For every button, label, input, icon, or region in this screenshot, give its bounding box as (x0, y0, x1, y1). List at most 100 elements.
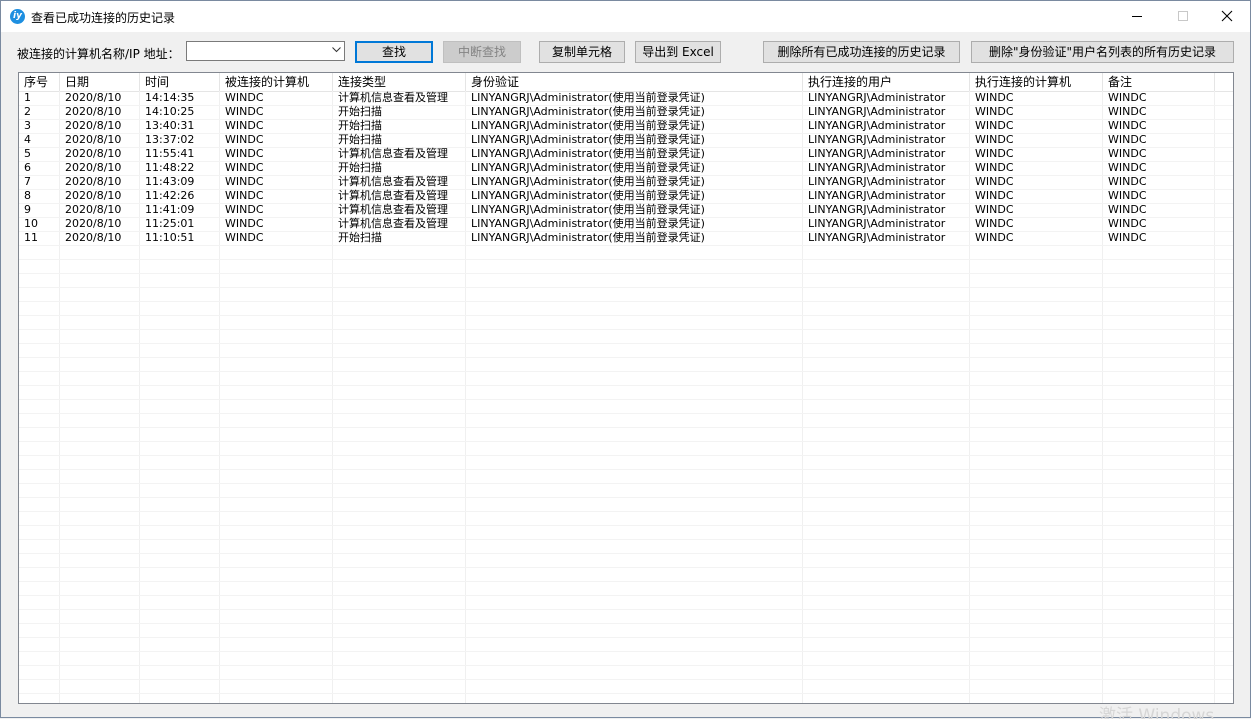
cell-time[interactable]: 14:14:35 (140, 91, 219, 105)
cell-auth[interactable]: LINYANGRJ\Administrator(使用当前登录凭证) (466, 175, 802, 189)
cell-connection-type[interactable]: 计算机信息查看及管理 (333, 189, 465, 203)
cell-seq[interactable]: 2 (19, 105, 59, 119)
cell-exec-computer[interactable]: WINDC (970, 231, 1102, 245)
cell-target-computer[interactable]: WINDC (220, 161, 332, 175)
cell-time[interactable]: 11:48:22 (140, 161, 219, 175)
cell-exec-computer[interactable]: WINDC (970, 119, 1102, 133)
cell-target-computer[interactable]: WINDC (220, 119, 332, 133)
maximize-button[interactable] (1160, 1, 1206, 32)
cell-exec-user[interactable]: LINYANGRJ\Administrator (803, 231, 969, 245)
cell-target-computer[interactable]: WINDC (220, 133, 332, 147)
cell-exec-computer[interactable]: WINDC (970, 175, 1102, 189)
cell-exec-user[interactable]: LINYANGRJ\Administrator (803, 161, 969, 175)
export-excel-button[interactable]: 导出到 Excel (635, 41, 721, 63)
column-header-target-computer[interactable]: 被连接的计算机 (220, 73, 333, 91)
host-combobox[interactable] (186, 41, 345, 61)
cell-exec-user[interactable]: LINYANGRJ\Administrator (803, 203, 969, 217)
cell-connection-type[interactable]: 开始扫描 (333, 133, 465, 147)
cell-exec-computer[interactable]: WINDC (970, 161, 1102, 175)
table-row[interactable]: 7 2020/8/10 11:43:09 WINDC 计算机信息查看及管理 LINYANG… (19, 175, 1233, 189)
cell-connection-type[interactable]: 计算机信息查看及管理 (333, 91, 465, 105)
cell-remark[interactable]: WINDC (1103, 133, 1214, 147)
stop-search-button[interactable]: 中断查找 (443, 41, 521, 63)
cell-connection-type[interactable]: 开始扫描 (333, 105, 465, 119)
cell-seq[interactable]: 6 (19, 161, 59, 175)
cell-remark[interactable]: WINDC (1103, 105, 1214, 119)
column-header-seq[interactable]: 序号 (19, 73, 60, 91)
cell-date[interactable]: 2020/8/10 (60, 189, 139, 203)
table-row[interactable]: 4 2020/8/10 13:37:02 WINDC 开始扫描 LINYANGRJ\Adm… (19, 133, 1233, 147)
cell-seq[interactable]: 8 (19, 189, 59, 203)
cell-auth[interactable]: LINYANGRJ\Administrator(使用当前登录凭证) (466, 147, 802, 161)
cell-remark[interactable]: WINDC (1103, 203, 1214, 217)
cell-auth[interactable]: LINYANGRJ\Administrator(使用当前登录凭证) (466, 231, 802, 245)
column-header-exec-computer[interactable]: 执行连接的计算机 (970, 73, 1103, 91)
cell-time[interactable]: 14:10:25 (140, 105, 219, 119)
cell-seq[interactable]: 7 (19, 175, 59, 189)
cell-auth[interactable]: LINYANGRJ\Administrator(使用当前登录凭证) (466, 91, 802, 105)
cell-exec-user[interactable]: LINYANGRJ\Administrator (803, 175, 969, 189)
cell-date[interactable]: 2020/8/10 (60, 133, 139, 147)
cell-connection-type[interactable]: 计算机信息查看及管理 (333, 217, 465, 231)
cell-exec-computer[interactable]: WINDC (970, 91, 1102, 105)
cell-exec-computer[interactable]: WINDC (970, 217, 1102, 231)
cell-connection-type[interactable]: 开始扫描 (333, 161, 465, 175)
cell-connection-type[interactable]: 开始扫描 (333, 231, 465, 245)
table-row[interactable]: 8 2020/8/10 11:42:26 WINDC 计算机信息查看及管理 LINYANG… (19, 189, 1233, 203)
cell-time[interactable]: 13:37:02 (140, 133, 219, 147)
cell-date[interactable]: 2020/8/10 (60, 91, 139, 105)
table-row[interactable]: 3 2020/8/10 13:40:31 WINDC 开始扫描 LINYANGRJ\Adm… (19, 119, 1233, 133)
cell-seq[interactable]: 1 (19, 91, 59, 105)
cell-time[interactable]: 11:25:01 (140, 217, 219, 231)
column-header-auth[interactable]: 身份验证 (466, 73, 803, 91)
delete-auth-history-button[interactable]: 删除"身份验证"用户名列表的所有历史记录 (971, 41, 1234, 63)
cell-exec-computer[interactable]: WINDC (970, 147, 1102, 161)
cell-remark[interactable]: WINDC (1103, 147, 1214, 161)
column-header-exec-user[interactable]: 执行连接的用户 (803, 73, 970, 91)
cell-date[interactable]: 2020/8/10 (60, 231, 139, 245)
cell-target-computer[interactable]: WINDC (220, 203, 332, 217)
host-input[interactable] (189, 43, 327, 59)
cell-time[interactable]: 11:42:26 (140, 189, 219, 203)
table-row[interactable]: 9 2020/8/10 11:41:09 WINDC 计算机信息查看及管理 LINYANG… (19, 203, 1233, 217)
close-button[interactable] (1204, 1, 1250, 32)
cell-date[interactable]: 2020/8/10 (60, 105, 139, 119)
cell-time[interactable]: 11:43:09 (140, 175, 219, 189)
cell-target-computer[interactable]: WINDC (220, 189, 332, 203)
cell-remark[interactable]: WINDC (1103, 119, 1214, 133)
column-header-time[interactable]: 时间 (140, 73, 220, 91)
cell-time[interactable]: 13:40:31 (140, 119, 219, 133)
cell-date[interactable]: 2020/8/10 (60, 119, 139, 133)
cell-target-computer[interactable]: WINDC (220, 175, 332, 189)
cell-connection-type[interactable]: 计算机信息查看及管理 (333, 203, 465, 217)
cell-target-computer[interactable]: WINDC (220, 91, 332, 105)
cell-remark[interactable]: WINDC (1103, 217, 1214, 231)
cell-date[interactable]: 2020/8/10 (60, 203, 139, 217)
cell-auth[interactable]: LINYANGRJ\Administrator(使用当前登录凭证) (466, 217, 802, 231)
cell-seq[interactable]: 9 (19, 203, 59, 217)
cell-exec-user[interactable]: LINYANGRJ\Administrator (803, 147, 969, 161)
table-row[interactable]: 5 2020/8/10 11:55:41 WINDC 计算机信息查看及管理 LINYANG… (19, 147, 1233, 161)
cell-remark[interactable]: WINDC (1103, 175, 1214, 189)
cell-time[interactable]: 11:55:41 (140, 147, 219, 161)
cell-seq[interactable]: 10 (19, 217, 59, 231)
cell-auth[interactable]: LINYANGRJ\Administrator(使用当前登录凭证) (466, 105, 802, 119)
cell-date[interactable]: 2020/8/10 (60, 161, 139, 175)
cell-date[interactable]: 2020/8/10 (60, 175, 139, 189)
column-header-connection-type[interactable]: 连接类型 (333, 73, 466, 91)
cell-remark[interactable]: WINDC (1103, 161, 1214, 175)
cell-target-computer[interactable]: WINDC (220, 231, 332, 245)
cell-date[interactable]: 2020/8/10 (60, 217, 139, 231)
cell-exec-user[interactable]: LINYANGRJ\Administrator (803, 133, 969, 147)
cell-exec-user[interactable]: LINYANGRJ\Administrator (803, 119, 969, 133)
cell-time[interactable]: 11:10:51 (140, 231, 219, 245)
cell-connection-type[interactable]: 计算机信息查看及管理 (333, 147, 465, 161)
cell-date[interactable]: 2020/8/10 (60, 147, 139, 161)
cell-remark[interactable]: WINDC (1103, 231, 1214, 245)
cell-exec-user[interactable]: LINYANGRJ\Administrator (803, 189, 969, 203)
cell-seq[interactable]: 3 (19, 119, 59, 133)
cell-connection-type[interactable]: 开始扫描 (333, 119, 465, 133)
cell-target-computer[interactable]: WINDC (220, 147, 332, 161)
table-row[interactable]: 11 2020/8/10 11:10:51 WINDC 开始扫描 LINYANGRJ\Ad… (19, 231, 1233, 245)
cell-exec-user[interactable]: LINYANGRJ\Administrator (803, 105, 969, 119)
